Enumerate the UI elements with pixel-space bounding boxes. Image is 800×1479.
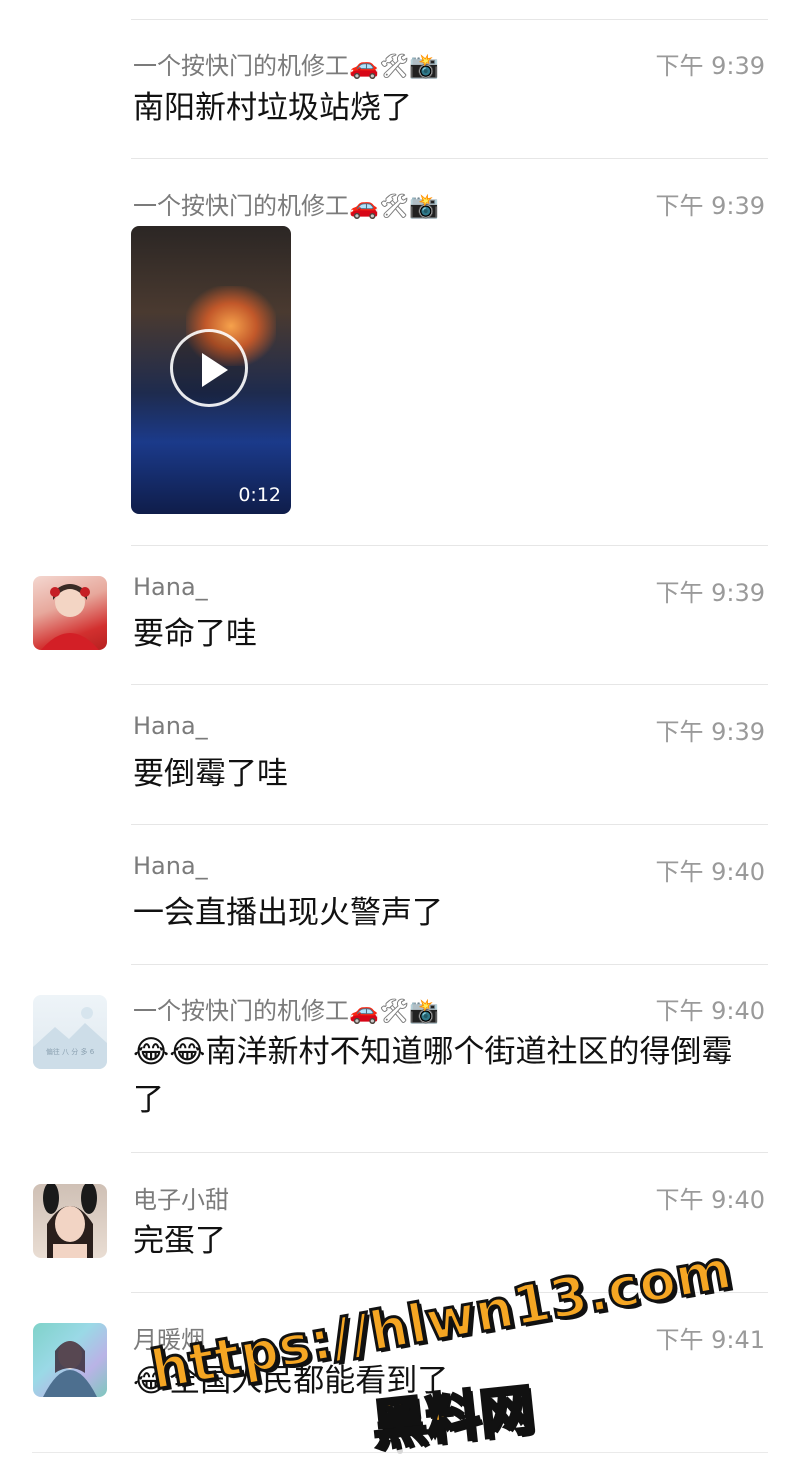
play-icon[interactable] xyxy=(170,329,248,407)
sender-name: Hana_ xyxy=(133,852,208,880)
landscape-placeholder-icon xyxy=(33,1007,107,1069)
avatar-caption: 偏往 八 分 多 6 xyxy=(45,1048,95,1056)
timestamp: 下午 9:39 xyxy=(655,192,765,220)
sender-name: 电子小甜 xyxy=(133,1186,229,1214)
divider xyxy=(131,19,768,20)
video-duration: 0:12 xyxy=(238,484,281,506)
timestamp: 下午 9:40 xyxy=(655,1186,765,1214)
timestamp: 下午 9:41 xyxy=(655,1326,765,1354)
timestamp: 下午 9:39 xyxy=(655,579,765,607)
message-text[interactable]: 要命了哇 xyxy=(133,610,763,658)
timestamp: 下午 9:40 xyxy=(655,858,765,886)
message-text[interactable]: 一会直播出现火警声了 xyxy=(133,889,763,937)
message-text[interactable]: 要倒霉了哇 xyxy=(133,750,763,798)
divider xyxy=(131,1152,768,1153)
timestamp: 下午 9:40 xyxy=(655,997,765,1025)
divider xyxy=(131,158,768,159)
divider xyxy=(131,824,768,825)
sender-name: Hana_ xyxy=(133,573,208,601)
message-text[interactable]: 南阳新村垃圾站烧了 xyxy=(133,84,763,132)
avatar-bunny-ears-icon xyxy=(43,1184,97,1258)
divider xyxy=(131,684,768,685)
video-thumbnail[interactable]: 0:12 xyxy=(131,226,291,514)
divider xyxy=(131,545,768,546)
sender-name: Hana_ xyxy=(133,712,208,740)
avatar-anime-girl-icon xyxy=(43,1341,97,1397)
sender-name: 一个按快门的机修工🚗🛠📸 xyxy=(133,997,440,1025)
message-text[interactable]: 😂😂南洋新村不知道哪个街道社区的得倒霉了 xyxy=(133,1028,753,1124)
avatar[interactable]: 偏往 八 分 多 6 xyxy=(33,995,107,1069)
timestamp: 下午 9:39 xyxy=(655,718,765,746)
avatar[interactable] xyxy=(33,1184,107,1258)
avatar[interactable] xyxy=(33,576,107,650)
divider xyxy=(131,964,768,965)
sender-name: 一个按快门的机修工🚗🛠📸 xyxy=(133,52,440,80)
watermark-title: 黑料网 xyxy=(368,1376,539,1459)
sender-name: 一个按快门的机修工🚗🛠📸 xyxy=(133,192,440,220)
avatar-girl-red-icon xyxy=(41,584,99,650)
avatar[interactable] xyxy=(33,1323,107,1397)
timestamp: 下午 9:39 xyxy=(655,52,765,80)
